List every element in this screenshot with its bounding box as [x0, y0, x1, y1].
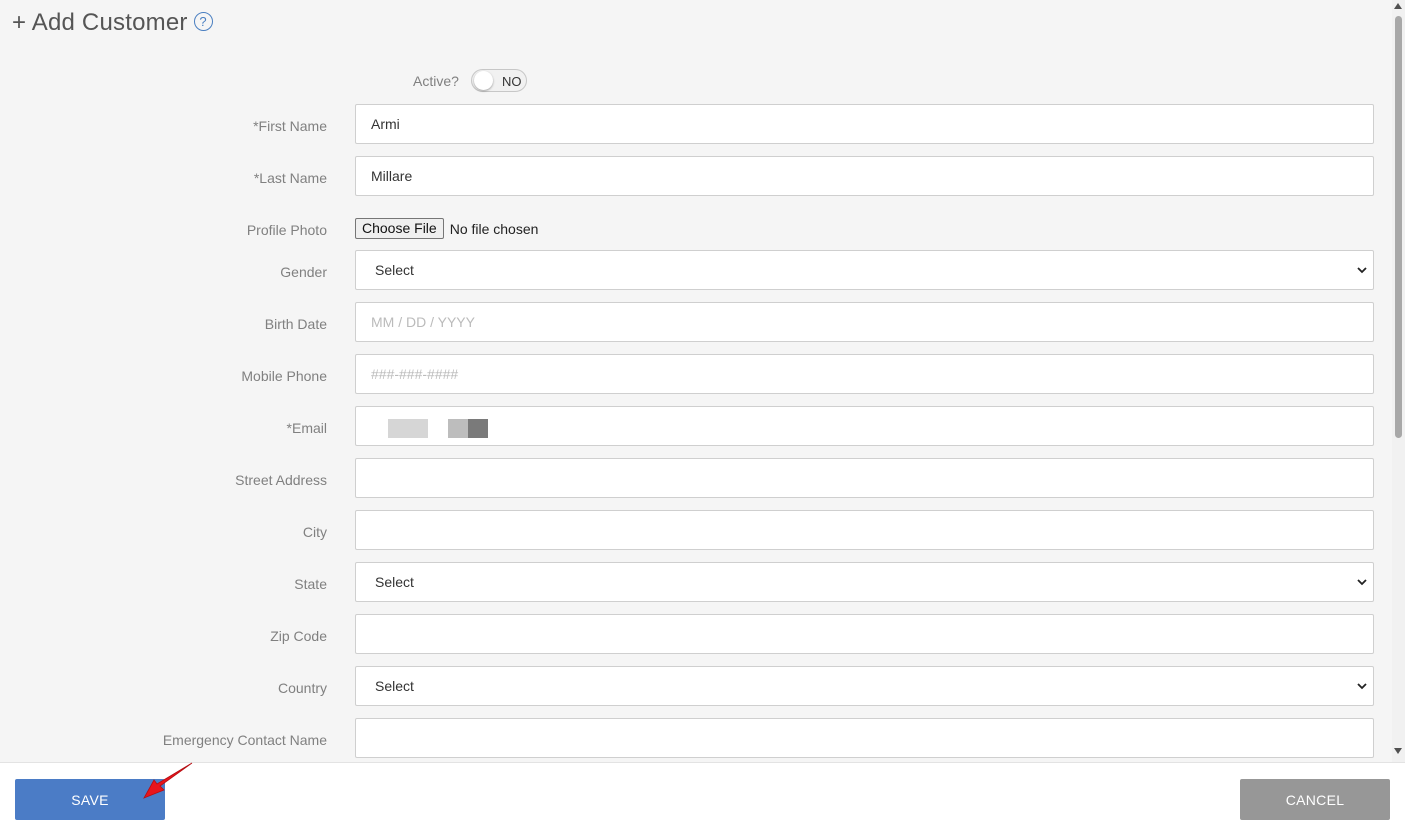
birth-date-input[interactable]: MM / DD / YYYY: [355, 302, 1374, 342]
email-label: *Email: [286, 420, 327, 436]
scrollbar-thumb[interactable]: [1395, 16, 1402, 438]
chevron-down-icon: [1357, 579, 1367, 586]
first-name-value: Armi: [371, 116, 400, 132]
email-input[interactable]: [355, 406, 1374, 446]
gender-selected-value: Select: [375, 262, 414, 278]
mobile-phone-input[interactable]: ###-###-####: [355, 354, 1374, 394]
file-status-text: No file chosen: [449, 220, 539, 237]
first-name-label: *First Name: [253, 118, 327, 134]
vertical-scrollbar[interactable]: [1392, 0, 1405, 762]
birth-date-placeholder: MM / DD / YYYY: [371, 314, 475, 330]
scroll-down-arrow-icon[interactable]: [1394, 748, 1402, 754]
country-selected-value: Select: [375, 678, 414, 694]
country-label: Country: [277, 680, 327, 696]
gender-select[interactable]: Select: [355, 250, 1374, 290]
mobile-phone-placeholder: ###-###-####: [371, 366, 459, 382]
gender-label: Gender: [280, 264, 327, 280]
form-footer: SAVE CANCEL: [0, 762, 1405, 832]
state-selected-value: Select: [375, 574, 414, 590]
cancel-button[interactable]: CANCEL: [1240, 779, 1390, 820]
page-title-text: + Add Customer: [12, 9, 188, 36]
emergency-contact-name-label: Emergency Contact Name: [162, 732, 327, 748]
page-title: + Add Customer ?: [12, 9, 213, 37]
first-name-input[interactable]: Armi: [355, 104, 1374, 144]
toggle-knob: [474, 71, 493, 90]
birth-date-label: Birth Date: [264, 316, 327, 332]
street-address-input[interactable]: [355, 458, 1374, 498]
profile-photo-file-input: Choose File No file chosen: [355, 218, 538, 239]
city-label: City: [302, 524, 327, 540]
state-label: State: [294, 576, 327, 592]
redacted-block: [388, 419, 428, 438]
active-toggle[interactable]: NO: [471, 69, 527, 92]
profile-photo-label: Profile Photo: [246, 222, 327, 238]
chevron-down-icon: [1357, 267, 1367, 274]
scroll-up-arrow-icon[interactable]: [1394, 3, 1402, 9]
active-label: Active?: [413, 73, 459, 89]
redacted-block: [448, 419, 468, 438]
last-name-value: Millare: [371, 168, 413, 184]
annotation-arrow-icon: [143, 762, 193, 799]
redacted-block: [468, 419, 488, 438]
state-select[interactable]: Select: [355, 562, 1374, 602]
emergency-contact-name-input[interactable]: [355, 718, 1374, 758]
street-address-label: Street Address: [235, 472, 327, 488]
add-customer-page: + Add Customer ? Active? NO *First Name …: [0, 0, 1405, 832]
toggle-state-text: NO: [502, 74, 522, 89]
zip-code-label: Zip Code: [270, 628, 327, 644]
last-name-label: *Last Name: [253, 170, 327, 186]
choose-file-button[interactable]: Choose File: [355, 218, 444, 239]
help-circle-icon[interactable]: ?: [193, 11, 213, 31]
last-name-input[interactable]: Millare: [355, 156, 1374, 196]
zip-code-input[interactable]: [355, 614, 1374, 654]
form-scroll-area: + Add Customer ? Active? NO *First Name …: [0, 0, 1392, 762]
chevron-down-icon: [1357, 683, 1367, 690]
city-input[interactable]: [355, 510, 1374, 550]
mobile-phone-label: Mobile Phone: [241, 368, 327, 384]
country-select[interactable]: Select: [355, 666, 1374, 706]
